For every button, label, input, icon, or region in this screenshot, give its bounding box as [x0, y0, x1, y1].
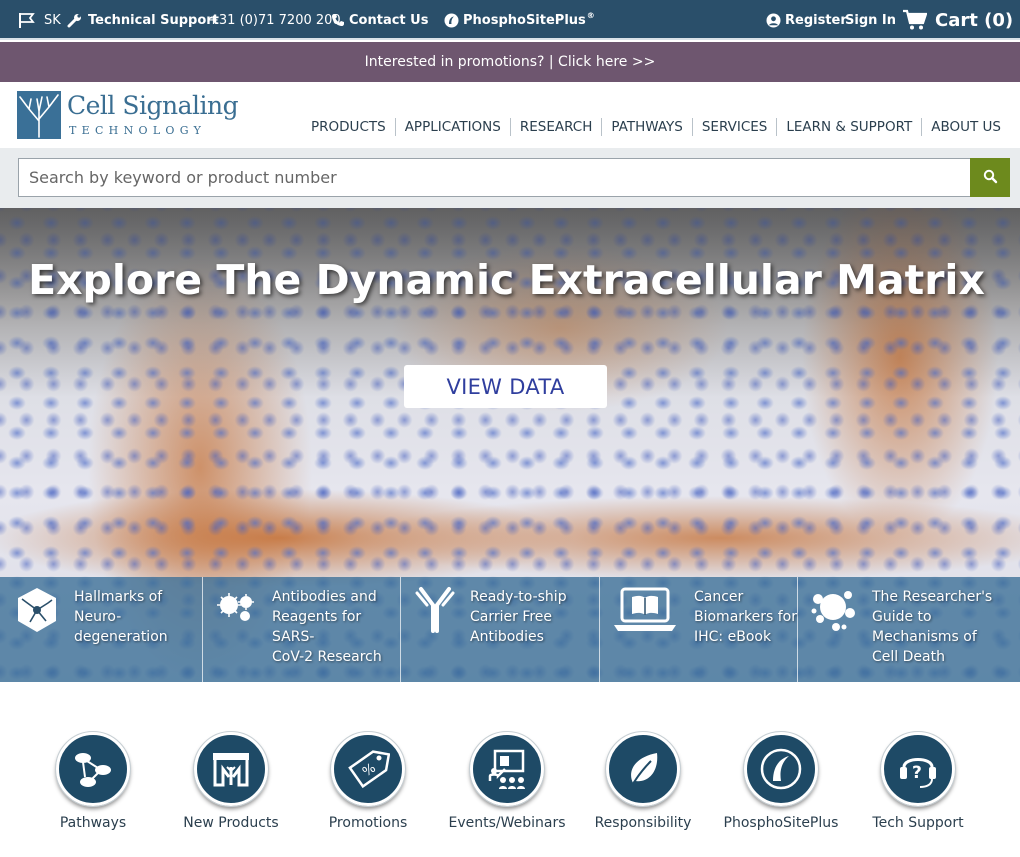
feature-line: Neuro-: [74, 609, 122, 625]
phosphositeplus-link[interactable]: PhosphoSitePlus ®: [444, 0, 595, 40]
pathways-icon: [55, 731, 131, 807]
nav-services[interactable]: SERVICES: [691, 118, 776, 136]
nav-applications[interactable]: APPLICATIONS: [394, 118, 510, 136]
wrench-icon: [67, 13, 82, 28]
quick-link-tech-support[interactable]: ? Tech Support: [848, 731, 988, 842]
technical-support-link[interactable]: Technical Support: [67, 0, 219, 40]
quick-link-label: Tech Support: [872, 815, 964, 831]
cart-link[interactable]: Cart (0): [903, 0, 1013, 40]
feature-line: Mechanisms of: [872, 629, 977, 645]
feature-cancer-biomarkers-ebook[interactable]: Cancer Biomarkers for IHC: eBook: [600, 577, 798, 682]
feature-line: Cancer: [694, 589, 744, 605]
feature-cell-death-guide[interactable]: The Researcher's Guide to Mechanisms of …: [798, 577, 1020, 682]
hero-title: Explore The Dynamic Extracellular Matrix: [28, 256, 985, 304]
search-bar: [0, 148, 1020, 208]
laptop-book-icon: [610, 585, 680, 635]
quick-links: Pathways New Products % Promotions Event…: [0, 682, 1020, 857]
nav-pathways[interactable]: PATHWAYS: [601, 118, 691, 136]
contact-us-label: Contact Us: [349, 12, 429, 28]
feature-line: Antibodies: [470, 629, 544, 645]
contact-us-link[interactable]: Contact Us: [331, 0, 428, 40]
quick-link-new-products[interactable]: New Products: [161, 731, 301, 842]
feature-line: degeneration: [74, 629, 168, 645]
feature-line: Reagents for SARS-: [272, 609, 362, 645]
feature-line: The Researcher's: [872, 589, 993, 605]
feature-line: Cell Death: [872, 649, 945, 665]
phosphositeplus-label: PhosphoSitePlus: [463, 12, 586, 28]
feature-line: CoV-2 Research: [272, 649, 382, 665]
feature-line: Antibodies and: [272, 589, 377, 605]
sign-in-link[interactable]: Sign In: [845, 0, 896, 40]
leaf-icon: [605, 731, 681, 807]
feature-carrier-free-antibodies[interactable]: Ready-to-ship Carrier Free Antibodies: [401, 577, 600, 682]
new-products-icon: [193, 731, 269, 807]
quick-link-label: Pathways: [59, 815, 127, 831]
nav-products[interactable]: PRODUCTS: [302, 118, 395, 136]
technical-support-label: Technical Support: [88, 12, 219, 28]
neuron-icon: [12, 585, 62, 635]
flag-icon: [18, 12, 36, 29]
promotions-banner[interactable]: Interested in promotions? | Click here >…: [0, 42, 1020, 82]
cart-label: Cart (0): [935, 9, 1014, 31]
search-icon: [983, 169, 998, 187]
feature-line: Ready-to-ship: [470, 589, 567, 605]
country-selector[interactable]: SK: [18, 0, 61, 40]
phone-icon: [331, 13, 345, 27]
quick-link-events-webinars[interactable]: Events/Webinars: [437, 731, 577, 842]
feature-line: Carrier Free: [470, 609, 553, 625]
registered-mark: ®: [586, 11, 595, 20]
main-navigation: PRODUCTS APPLICATIONS RESEARCH PATHWAYS …: [302, 118, 1010, 136]
feature-links-strip: Hallmarks of Neuro- degeneration Antibod…: [0, 577, 1020, 682]
quick-link-pathways[interactable]: Pathways: [23, 731, 163, 842]
nav-learn-support[interactable]: LEARN & SUPPORT: [776, 118, 921, 136]
svg-text:?: ?: [912, 763, 922, 783]
top-utility-bar: SK Technical Support +31 (0)71 7200 200 …: [0, 0, 1020, 40]
register-link[interactable]: Register: [766, 0, 847, 40]
site-header: Cell Signaling TECHNOLOGY PRODUCTS APPLI…: [0, 82, 1020, 148]
feature-neurodegeneration[interactable]: Hallmarks of Neuro- degeneration: [0, 577, 203, 682]
view-data-button[interactable]: VIEW DATA: [404, 365, 607, 408]
quick-link-promotions[interactable]: % Promotions: [298, 731, 438, 842]
shopping-cart-icon: [903, 9, 927, 31]
headset-icon: ?: [880, 731, 956, 807]
search-button[interactable]: [970, 158, 1010, 197]
promotions-banner-text: Interested in promotions? | Click here >…: [364, 54, 656, 70]
logo-subtitle: TECHNOLOGY: [69, 124, 207, 137]
feature-line: IHC: eBook: [694, 629, 772, 645]
phone-number[interactable]: +31 (0)71 7200 200: [208, 0, 341, 40]
feature-line: Guide to: [872, 609, 932, 625]
register-label: Register: [785, 12, 847, 28]
quick-link-label: New Products: [183, 815, 279, 831]
feature-line: Biomarkers for: [694, 609, 798, 625]
nav-research[interactable]: RESEARCH: [509, 118, 602, 136]
quick-link-label: Responsibility: [594, 815, 692, 831]
quick-link-responsibility[interactable]: Responsibility: [573, 731, 713, 842]
feature-sars-cov-2[interactable]: Antibodies and Reagents for SARS- CoV-2 …: [203, 577, 401, 682]
tree-logo-icon: [17, 91, 61, 139]
quick-link-label: PhosphoSitePlus: [723, 815, 839, 831]
quick-link-label: Promotions: [328, 815, 408, 831]
antibody-icon: [411, 585, 461, 635]
search-input[interactable]: [18, 158, 971, 197]
phosphositeplus-logo-icon: [444, 13, 459, 28]
virus-icon: [211, 585, 261, 635]
feature-line: Hallmarks of: [74, 589, 163, 605]
cell-death-icon: [808, 585, 858, 635]
logo-wordmark: Cell Signaling: [67, 91, 239, 120]
promotions-tag-icon: %: [330, 731, 406, 807]
phosphositeplus-icon: [743, 731, 819, 807]
user-icon: [766, 13, 781, 28]
nav-about-us[interactable]: ABOUT US: [921, 118, 1010, 136]
webinar-icon: [469, 731, 545, 807]
quick-link-label: Events/Webinars: [448, 815, 566, 831]
quick-link-phosphositeplus[interactable]: PhosphoSitePlus: [711, 731, 851, 842]
country-code: SK: [44, 12, 61, 28]
cell-signaling-logo[interactable]: Cell Signaling TECHNOLOGY: [17, 91, 247, 143]
